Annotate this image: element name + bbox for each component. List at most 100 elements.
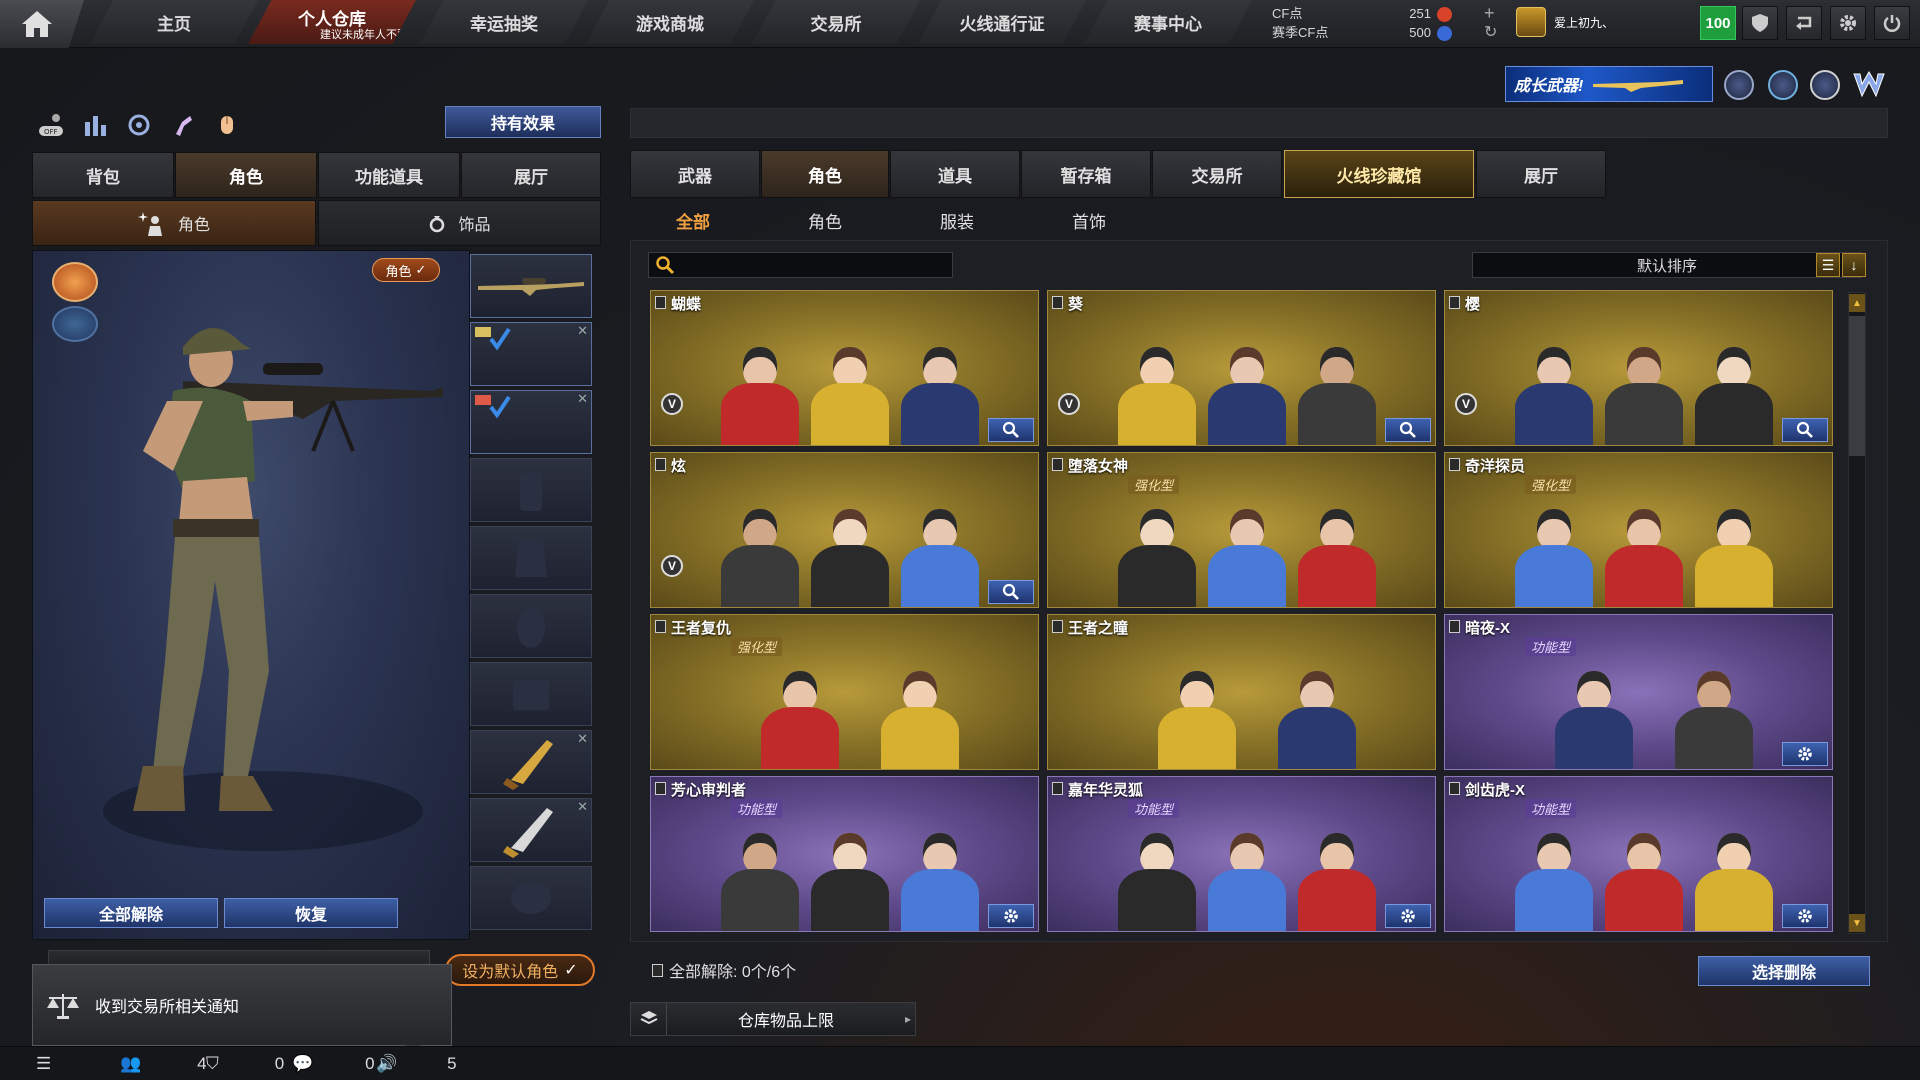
- mouse-icon[interactable]: [212, 110, 242, 140]
- right-tab-weapons[interactable]: 武器: [630, 150, 760, 198]
- item-card[interactable]: 嘉年华灵狐 功能型: [1047, 776, 1436, 932]
- remove-slot-icon[interactable]: ✕: [577, 731, 588, 747]
- warehouse-capacity-bar[interactable]: 仓库物品上限 ▸: [630, 1002, 916, 1036]
- slot-buff-1[interactable]: ✕: [470, 322, 592, 386]
- star-emblem-icon[interactable]: [1810, 70, 1840, 100]
- nav-tab-lucky-draw[interactable]: 幸运抽奖: [420, 0, 588, 44]
- left-tab-showroom[interactable]: 展厅: [461, 152, 601, 198]
- item-card[interactable]: 暗夜-X 功能型: [1444, 614, 1833, 770]
- settings-gear-button[interactable]: [1782, 904, 1828, 928]
- restore-button[interactable]: 恢复: [224, 898, 398, 928]
- bookmark-icon[interactable]: [1449, 782, 1460, 795]
- fox-emblem-icon[interactable]: [52, 262, 98, 302]
- bookmark-icon[interactable]: [1449, 296, 1460, 309]
- w-emblem-icon[interactable]: [1852, 70, 1886, 100]
- nav-tab-exchange[interactable]: 交易所: [752, 0, 920, 44]
- slot-pouch[interactable]: [470, 662, 592, 726]
- item-card[interactable]: 炫V: [650, 452, 1039, 608]
- slot-grenade-1[interactable]: ✕: [470, 730, 592, 794]
- settings-gear-button[interactable]: [1782, 742, 1828, 766]
- nav-tab-battle-pass[interactable]: 火线通行证: [918, 0, 1086, 44]
- right-tab-showroom[interactable]: 展厅: [1476, 150, 1606, 198]
- right-tab-storage[interactable]: 暂存箱: [1021, 150, 1151, 198]
- shield-icon[interactable]: [1742, 6, 1778, 40]
- friends-counter[interactable]: 👥 4: [120, 1054, 207, 1074]
- bar-chart-icon[interactable]: [80, 110, 110, 140]
- bookmark-icon[interactable]: [1052, 296, 1063, 309]
- remove-slot-icon[interactable]: ✕: [577, 391, 588, 407]
- slot-primary-weapon[interactable]: [470, 254, 592, 318]
- wolf-emblem-icon[interactable]: [52, 306, 98, 342]
- power-icon[interactable]: [1874, 6, 1910, 40]
- bookmark-icon[interactable]: [1052, 620, 1063, 633]
- bookmark-icon[interactable]: [1449, 620, 1460, 633]
- filter-jewelry[interactable]: 首饰: [1072, 208, 1106, 234]
- right-tab-items[interactable]: 道具: [890, 150, 1020, 198]
- slot-grenade-2[interactable]: ✕: [470, 798, 592, 862]
- select-delete-button[interactable]: 选择删除: [1698, 956, 1870, 986]
- nav-tab-shop[interactable]: 游戏商城: [586, 0, 754, 44]
- bookmark-icon[interactable]: [1052, 458, 1063, 471]
- remove-slot-icon[interactable]: ✕: [577, 799, 588, 815]
- scroll-down-arrow[interactable]: ▼: [1849, 914, 1865, 932]
- nav-tab-home[interactable]: 主页: [90, 0, 258, 44]
- left-tab-character[interactable]: 角色: [175, 152, 317, 198]
- subtab-character[interactable]: 角色: [32, 200, 316, 246]
- search-input[interactable]: [648, 252, 953, 278]
- character-preview[interactable]: [32, 250, 470, 940]
- settings-gear-button[interactable]: [988, 904, 1034, 928]
- bookmark-icon[interactable]: [655, 458, 666, 471]
- role-pill[interactable]: 角色 ✓: [372, 258, 440, 282]
- item-card[interactable]: 剑齿虎-X 功能型: [1444, 776, 1833, 932]
- slot-buff-2[interactable]: ✕: [470, 390, 592, 454]
- slot-headgear[interactable]: [470, 458, 592, 522]
- settings-gear-button[interactable]: [1385, 904, 1431, 928]
- slot-vest[interactable]: [470, 526, 592, 590]
- preview-search-button[interactable]: [1385, 418, 1431, 442]
- item-card[interactable]: 芳心审判者 功能型: [650, 776, 1039, 932]
- rotate-icon[interactable]: [124, 110, 154, 140]
- player-info[interactable]: 爱上初九、: [1516, 7, 1614, 37]
- list-view-icon[interactable]: ☰: [1816, 253, 1840, 277]
- preview-search-button[interactable]: [1782, 418, 1828, 442]
- preview-search-button[interactable]: [988, 418, 1034, 442]
- item-card[interactable]: 蝴蝶 V: [650, 290, 1039, 446]
- filter-character[interactable]: 角色: [808, 208, 842, 234]
- preview-search-button[interactable]: [988, 580, 1034, 604]
- scroll-up-arrow[interactable]: ▲: [1849, 294, 1865, 312]
- set-default-role-button[interactable]: 设为默认角色 ✓: [445, 954, 595, 986]
- toggle-off-icon[interactable]: OFF: [36, 110, 66, 140]
- right-tab-collection[interactable]: 火线珍藏馆: [1284, 150, 1474, 198]
- left-tab-function-items[interactable]: 功能道具: [318, 152, 460, 198]
- bookmark-icon[interactable]: [1449, 458, 1460, 471]
- filter-clothing[interactable]: 服装: [940, 208, 974, 234]
- right-tab-character[interactable]: 角色: [761, 150, 889, 198]
- filter-all[interactable]: 全部: [676, 208, 710, 234]
- item-card[interactable]: 葵V: [1047, 290, 1436, 446]
- scrollbar-thumb[interactable]: [1849, 316, 1865, 456]
- sort-dropdown[interactable]: 默认排序: [1472, 252, 1862, 278]
- sort-direction-icon[interactable]: ↓: [1842, 253, 1866, 277]
- refresh-icon[interactable]: ↻: [1484, 22, 1497, 42]
- bookmark-icon[interactable]: [1052, 782, 1063, 795]
- bookmark-icon[interactable]: [655, 782, 666, 795]
- pose-icon[interactable]: [168, 110, 198, 140]
- settings-gear-icon[interactable]: [1830, 6, 1866, 40]
- right-tab-exchange[interactable]: 交易所: [1152, 150, 1282, 198]
- item-card[interactable]: 奇洋探员 强化型: [1444, 452, 1833, 608]
- add-currency-icon[interactable]: +: [1484, 4, 1495, 22]
- subtab-accessories[interactable]: 饰品: [318, 200, 601, 246]
- exchange-notice-popup[interactable]: 收到交易所相关通知: [32, 964, 452, 1053]
- bookmark-icon[interactable]: [655, 296, 666, 309]
- item-card[interactable]: 堕落女神 强化型: [1047, 452, 1436, 608]
- owned-effects-button[interactable]: 持有效果: [445, 106, 601, 138]
- v-emblem-icon[interactable]: [1724, 70, 1754, 100]
- item-card[interactable]: 樱V: [1444, 290, 1833, 446]
- chat-counter[interactable]: 💬 0: [292, 1054, 375, 1074]
- release-all-button[interactable]: 全部解除: [44, 898, 218, 928]
- bookmark-icon[interactable]: [655, 620, 666, 633]
- growth-weapon-banner[interactable]: 成长武器!: [1505, 66, 1713, 102]
- nav-tab-warehouse[interactable]: 个人仓库 建议未成年人不要进入: [248, 0, 416, 44]
- item-card[interactable]: 王者之瞳: [1047, 614, 1436, 770]
- nav-tab-events[interactable]: 赛事中心: [1084, 0, 1252, 44]
